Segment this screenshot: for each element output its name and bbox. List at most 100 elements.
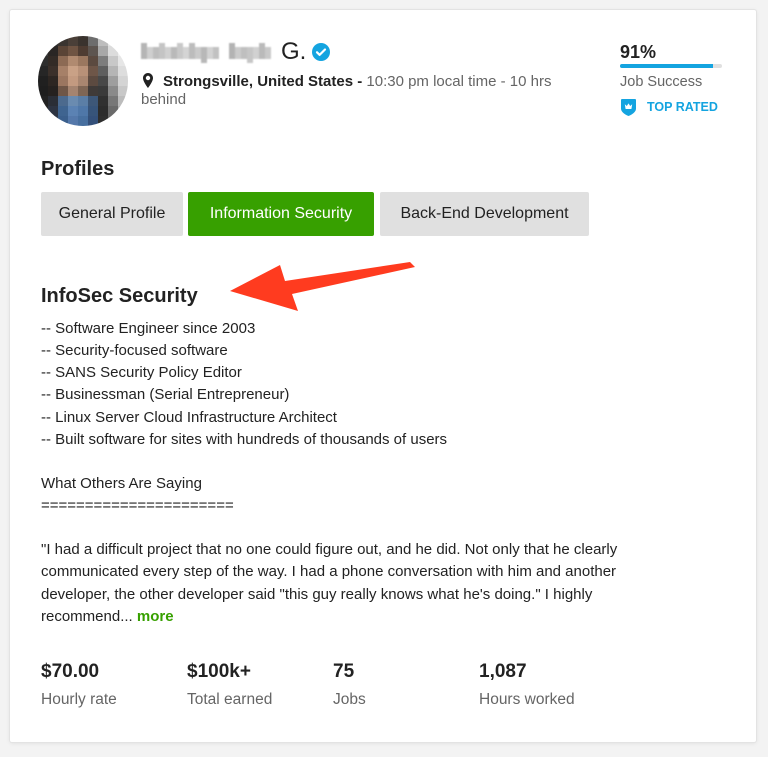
description-bullet: -- Businessman (Serial Entrepreneur) [41, 386, 290, 404]
avatar-pixel [118, 66, 128, 76]
testimonial-quote-line: communicated every step of the way. I ha… [41, 563, 617, 581]
avatar-pixel [48, 86, 58, 96]
avatar-pixel [98, 36, 108, 46]
avatar-pixel [108, 86, 118, 96]
avatar-pixel [88, 86, 98, 96]
location-separator: - [357, 73, 363, 90]
stat-label: Hourly rate [41, 691, 117, 708]
avatar-pixel [48, 96, 58, 106]
avatar-pixel [88, 106, 98, 116]
avatar-pixel [88, 66, 98, 76]
tab-general-profile[interactable]: General Profile [41, 192, 183, 236]
avatar-pixel [48, 36, 58, 46]
avatar-pixel [108, 66, 118, 76]
avatar-pixel [68, 76, 78, 86]
avatar-pixel [98, 86, 108, 96]
avatar-pixel [78, 86, 88, 96]
stat-label: Total earned [187, 691, 273, 708]
avatar-pixel [118, 56, 128, 66]
avatar-pixel [58, 76, 68, 86]
more-link[interactable]: more [137, 608, 174, 625]
avatar-pixel [88, 36, 98, 46]
avatar-pixel [58, 86, 68, 96]
avatar-pixel [48, 56, 58, 66]
profile-description: -- Software Engineer since 2003 -- Secur… [41, 318, 617, 628]
avatar-pixel [68, 116, 78, 126]
job-success-bar [620, 64, 722, 68]
avatar-pixel [78, 46, 88, 56]
job-success-label: Job Success [620, 74, 703, 90]
avatar-pixel [118, 96, 128, 106]
description-bullet: -- Software Engineer since 2003 [41, 320, 256, 337]
avatar-pixel [78, 36, 88, 46]
avatar-pixel [58, 116, 68, 126]
stat-total-earned: $100k+ Total earned [187, 660, 333, 710]
stat-value: $100k+ [187, 661, 251, 682]
stat-jobs: 75 Jobs [333, 660, 479, 710]
avatar-pixel [48, 106, 58, 116]
verified-badge-icon [312, 43, 331, 61]
avatar-pixel [98, 76, 108, 86]
profile-tabs: General Profile Information Security Bac… [41, 192, 589, 236]
avatar-pixel [68, 66, 78, 76]
avatar-pixel [118, 36, 128, 46]
testimonial-quote-line: developer, the other developer said "thi… [41, 585, 593, 603]
avatar-pixel [98, 46, 108, 56]
profiles-heading: Profiles [41, 158, 115, 180]
stat-label: Hours worked [479, 691, 575, 708]
avatar-pixel [38, 76, 48, 86]
avatar-pixel [58, 56, 68, 66]
avatar-pixel [88, 46, 98, 56]
avatar-pixel [68, 96, 78, 106]
description-bullet: -- Security-focused software [41, 342, 228, 360]
stat-hours-worked: 1,087 Hours worked [479, 660, 625, 710]
stat-label: Jobs [333, 691, 366, 708]
stats-row: $70.00 Hourly rate $100k+ Total earned 7… [41, 660, 625, 710]
avatar-pixel [38, 116, 48, 126]
avatar-pixel [88, 96, 98, 106]
avatar-pixel [58, 46, 68, 56]
avatar-pixel [118, 106, 128, 116]
freelancer-name: G. [141, 38, 331, 66]
testimonials-heading: What Others Are Saying [41, 474, 202, 492]
avatar-pixel [118, 116, 128, 126]
avatar-pixel [108, 46, 118, 56]
avatar-pixel [108, 116, 118, 126]
avatar-pixel [58, 36, 68, 46]
avatar-pixel [78, 66, 88, 76]
avatar-pixel [68, 36, 78, 46]
avatar-pixel [108, 56, 118, 66]
description-bullet: -- SANS Security Policy Editor [41, 364, 242, 382]
name-initial: G. [281, 38, 307, 65]
avatar [38, 36, 128, 126]
avatar-pixel [88, 56, 98, 66]
stat-value: $70.00 [41, 661, 100, 682]
avatar-pixel [58, 66, 68, 76]
avatar-pixel [48, 46, 58, 56]
avatar-pixel [88, 116, 98, 126]
stat-value: 75 [333, 661, 355, 682]
avatar-pixel [78, 56, 88, 66]
avatar-pixel [108, 36, 118, 46]
top-rated-badge: TOP RATED [621, 98, 718, 116]
stat-hourly-rate: $70.00 Hourly rate [41, 660, 187, 710]
avatar-pixel [98, 106, 108, 116]
avatar-pixel [78, 106, 88, 116]
avatar-pixel [58, 106, 68, 116]
avatar-pixel [38, 66, 48, 76]
avatar-pixel [108, 106, 118, 116]
avatar-pixel [78, 116, 88, 126]
avatar-pixel [98, 96, 108, 106]
testimonial-quote-line-last: recommend... more [41, 606, 617, 628]
tab-back-end-development[interactable]: Back-End Development [380, 192, 589, 236]
tab-information-security[interactable]: Information Security [188, 192, 374, 236]
avatar-pixel [108, 76, 118, 86]
avatar-pixel [38, 106, 48, 116]
description-bullet: -- Linux Server Cloud Infrastructure Arc… [41, 408, 337, 426]
avatar-pixel [48, 66, 58, 76]
avatar-pixel [38, 56, 48, 66]
avatar-pixel [38, 46, 48, 56]
blurred-name [141, 43, 271, 63]
